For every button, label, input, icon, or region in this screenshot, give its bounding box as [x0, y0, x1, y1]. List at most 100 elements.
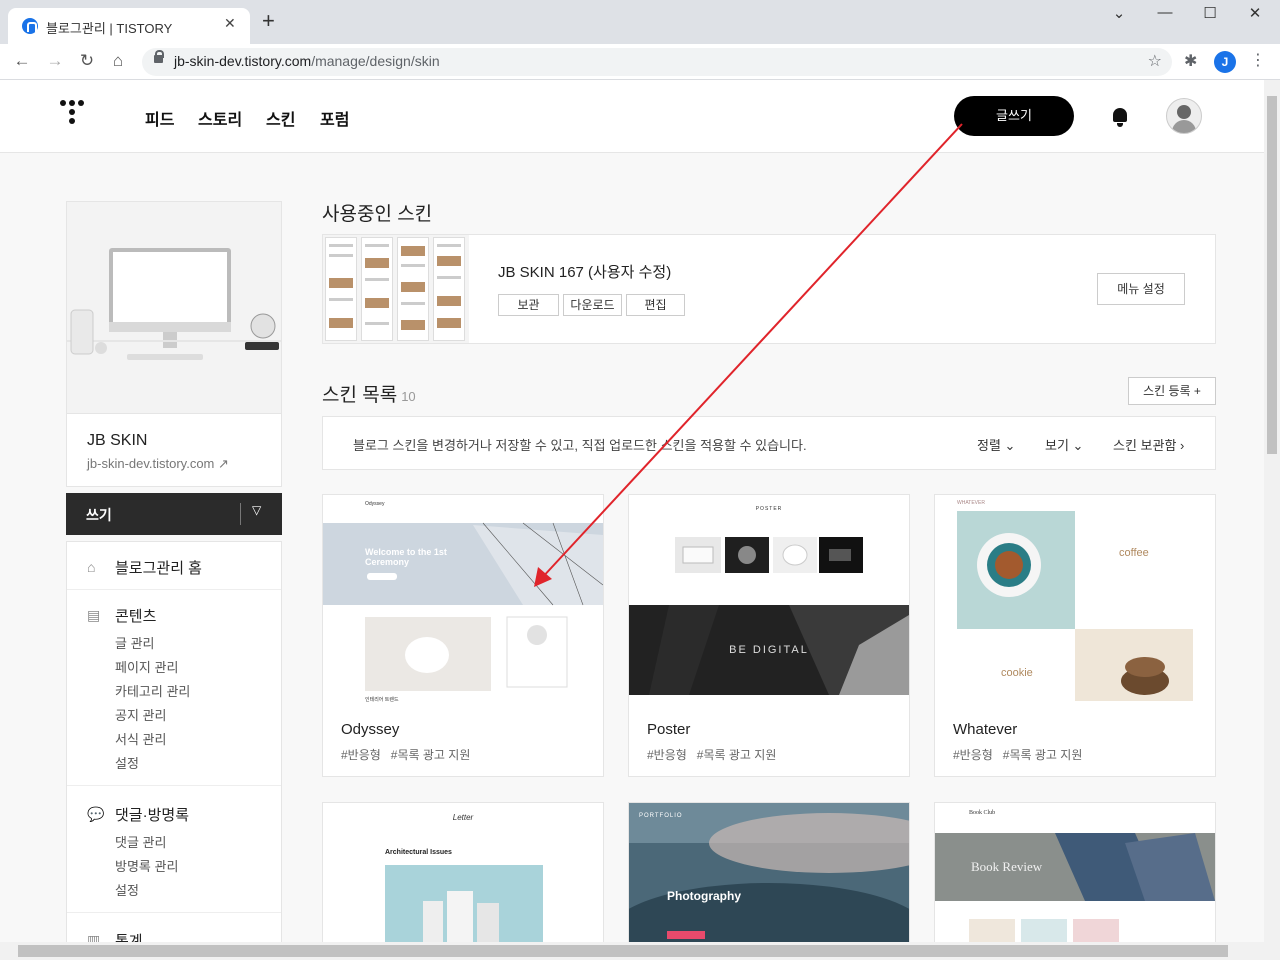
reload-icon[interactable]: ↻	[77, 51, 97, 71]
close-window-icon[interactable]: ✕	[1240, 4, 1270, 22]
main-area: JB SKIN jb-skin-dev.tistory.com ↗ 쓰기 ▽ ⌂…	[0, 153, 1264, 942]
skin-thumbnail-poster: POSTER BE DIGITAL	[629, 495, 909, 705]
site-header: 피드 스토리 스킨 포럼 글쓰기	[0, 80, 1264, 153]
thumb-word-cookie: cookie	[1001, 667, 1033, 679]
horizontal-scrollbar[interactable]	[0, 942, 1264, 960]
skin-list-title: 스킨 목록 10	[322, 380, 416, 407]
tag-list-ad: #목록 광고 지원	[696, 748, 777, 762]
menu-settings-button[interactable]: 메뉴 설정	[1097, 273, 1185, 305]
thumb-headline-bookreview: Book Review	[971, 859, 1043, 874]
sidebar-item-comments-settings[interactable]: 설정	[115, 880, 139, 899]
user-avatar[interactable]	[1166, 98, 1202, 134]
tag-list-ad: #목록 광고 지원	[390, 748, 471, 762]
skin-tags: #반응형 #목록 광고 지원	[647, 746, 786, 763]
nav-story[interactable]: 스토리	[198, 106, 242, 130]
new-tab-icon[interactable]: +	[262, 10, 275, 32]
current-skin-panel: JB SKIN 167 (사용자 수정) 보관 다운로드 편집 메뉴 설정	[322, 234, 1216, 344]
blog-url-link[interactable]: jb-skin-dev.tistory.com ↗	[87, 456, 229, 472]
sidebar-item-comment-manage[interactable]: 댓글 관리	[115, 832, 166, 851]
forward-icon[interactable]: →	[45, 51, 65, 71]
chevron-down-icon: ⌄	[1072, 438, 1084, 453]
sidebar-item-comments[interactable]: 댓글·방명록	[115, 804, 189, 825]
home-icon: ⌂	[87, 559, 96, 575]
skin-tags: #반응형 #목록 광고 지원	[341, 746, 480, 763]
sidebar-item-pages[interactable]: 페이지 관리	[115, 657, 178, 676]
chevron-right-icon: ›	[1180, 438, 1185, 453]
skin-card-whatever[interactable]: WHATEVER coffee cookie Whatever #반응형 #목록 …	[934, 494, 1216, 777]
skin-card-odyssey[interactable]: Odyssey Welcome to the 1st Ceremony 인테리어…	[322, 494, 604, 777]
chevron-down-icon[interactable]: ▽	[252, 503, 261, 517]
sidebar-menu: ⌂ 블로그관리 홈 ▤ 콘텐츠 글 관리 페이지 관리 카테고리 관리 공지 관…	[66, 541, 282, 942]
skin-card-letter[interactable]: Letter Architectural Issues	[322, 802, 604, 942]
sidebar-item-templates[interactable]: 서식 관리	[115, 729, 166, 748]
thumb-caption-odyssey: 인테리어 트렌드	[365, 697, 399, 703]
browser-menu-icon[interactable]: ⋮	[1250, 50, 1266, 70]
url-input[interactable]: jb-skin-dev.tistory.com/manage/design/sk…	[142, 48, 1172, 76]
sidebar-item-posts[interactable]: 글 관리	[115, 633, 155, 652]
skin-thumbnail-odyssey: Odyssey Welcome to the 1st Ceremony 인테리어…	[323, 495, 603, 705]
thumb-headline-odyssey: Welcome to the 1st Ceremony	[365, 547, 447, 567]
skin-name: Poster	[647, 721, 691, 738]
sort-label: 정렬	[977, 438, 1001, 453]
tag-responsive: #반응형	[341, 748, 381, 762]
sort-dropdown[interactable]: 정렬 ⌄	[977, 435, 1015, 454]
nav-skin[interactable]: 스킨	[266, 106, 295, 130]
close-tab-icon[interactable]: ✕	[224, 15, 236, 32]
nav-feed[interactable]: 피드	[145, 106, 174, 130]
sidebar-item-contents[interactable]: 콘텐츠	[115, 605, 156, 626]
scrollbar-thumb[interactable]	[1267, 96, 1277, 454]
archive-button[interactable]: 보관	[498, 294, 559, 316]
home-icon[interactable]: ⌂	[108, 51, 128, 71]
download-button[interactable]: 다운로드	[563, 294, 622, 316]
url-path: /manage/design/skin	[311, 53, 440, 69]
skin-storage-link[interactable]: 스킨 보관함 ›	[1113, 435, 1184, 454]
skin-card-photography[interactable]: PORTFOLIO Photography	[628, 802, 910, 942]
speech-bubble-icon: 💬	[87, 806, 105, 822]
thumb-title-portfolio: PORTFOLIO	[639, 813, 683, 819]
blog-url-text: jb-skin-dev.tistory.com	[87, 456, 215, 471]
skin-list-title-text: 스킨 목록	[322, 385, 398, 406]
nav-forum[interactable]: 포럼	[320, 106, 349, 130]
back-icon[interactable]: ←	[12, 51, 32, 71]
bookmark-star-icon[interactable]: ☆	[1148, 51, 1162, 71]
thumb-word-coffee: coffee	[1119, 547, 1149, 559]
sidebar-item-categories[interactable]: 카테고리 관리	[115, 681, 190, 700]
sidebar-item-guestbook[interactable]: 방명록 관리	[115, 856, 178, 875]
skin-name: Whatever	[953, 721, 1018, 738]
blog-profile-card: JB SKIN jb-skin-dev.tistory.com ↗	[66, 201, 282, 487]
thumb-title-letter: Letter	[452, 813, 474, 822]
write-post-button[interactable]: 글쓰기	[954, 96, 1074, 136]
vertical-scrollbar[interactable]	[1264, 80, 1280, 960]
sidebar-item-stats[interactable]: 통계	[115, 930, 143, 942]
thumb-title-poster: POSTER	[755, 506, 783, 512]
sidebar-item-contents-settings[interactable]: 설정	[115, 753, 139, 772]
tag-responsive: #반응형	[953, 748, 993, 762]
view-dropdown[interactable]: 보기 ⌄	[1045, 435, 1083, 454]
skin-card-bookclub[interactable]: Book Club Book Review	[934, 802, 1216, 942]
extensions-icon[interactable]: ✱	[1184, 51, 1197, 71]
tistory-logo-icon[interactable]	[60, 100, 88, 130]
browser-tab[interactable]: 블로그관리 | TISTORY ✕	[8, 8, 250, 44]
maximize-icon[interactable]: ☐	[1195, 4, 1225, 22]
profile-avatar[interactable]: J	[1214, 51, 1236, 73]
skin-thumbnail-whatever: WHATEVER coffee cookie	[935, 495, 1215, 705]
blog-cover-image	[67, 202, 281, 414]
browser-tabstrip: 블로그관리 | TISTORY ✕ + ⌄ — ☐ ✕	[0, 0, 1280, 44]
scrollbar-thumb[interactable]	[18, 945, 1228, 957]
view-label: 보기	[1045, 438, 1069, 453]
skin-card-poster[interactable]: POSTER BE DIGITAL Poster #반응형 #목록 광고 지원	[628, 494, 910, 777]
sidebar-item-home[interactable]: 블로그관리 홈	[115, 557, 202, 578]
register-skin-button[interactable]: 스킨 등록 +	[1128, 377, 1216, 405]
sidebar-item-notices[interactable]: 공지 관리	[115, 705, 166, 724]
tag-list-ad: #목록 광고 지원	[1002, 748, 1083, 762]
divider	[67, 912, 281, 913]
sidebar-write-button[interactable]: 쓰기 ▽	[66, 493, 282, 535]
tab-search-icon[interactable]: ⌄	[1104, 4, 1134, 22]
edit-button[interactable]: 편집	[626, 294, 685, 316]
url-host: jb-skin-dev.tistory.com	[174, 53, 312, 69]
notification-bell-icon[interactable]	[1110, 106, 1130, 128]
minimize-icon[interactable]: —	[1150, 4, 1180, 21]
thumb-headline-letter: Architectural Issues	[385, 849, 452, 856]
url-text: jb-skin-dev.tistory.com/manage/design/sk…	[174, 53, 440, 69]
current-skin-name: JB SKIN 167 (사용자 수정)	[498, 264, 672, 281]
